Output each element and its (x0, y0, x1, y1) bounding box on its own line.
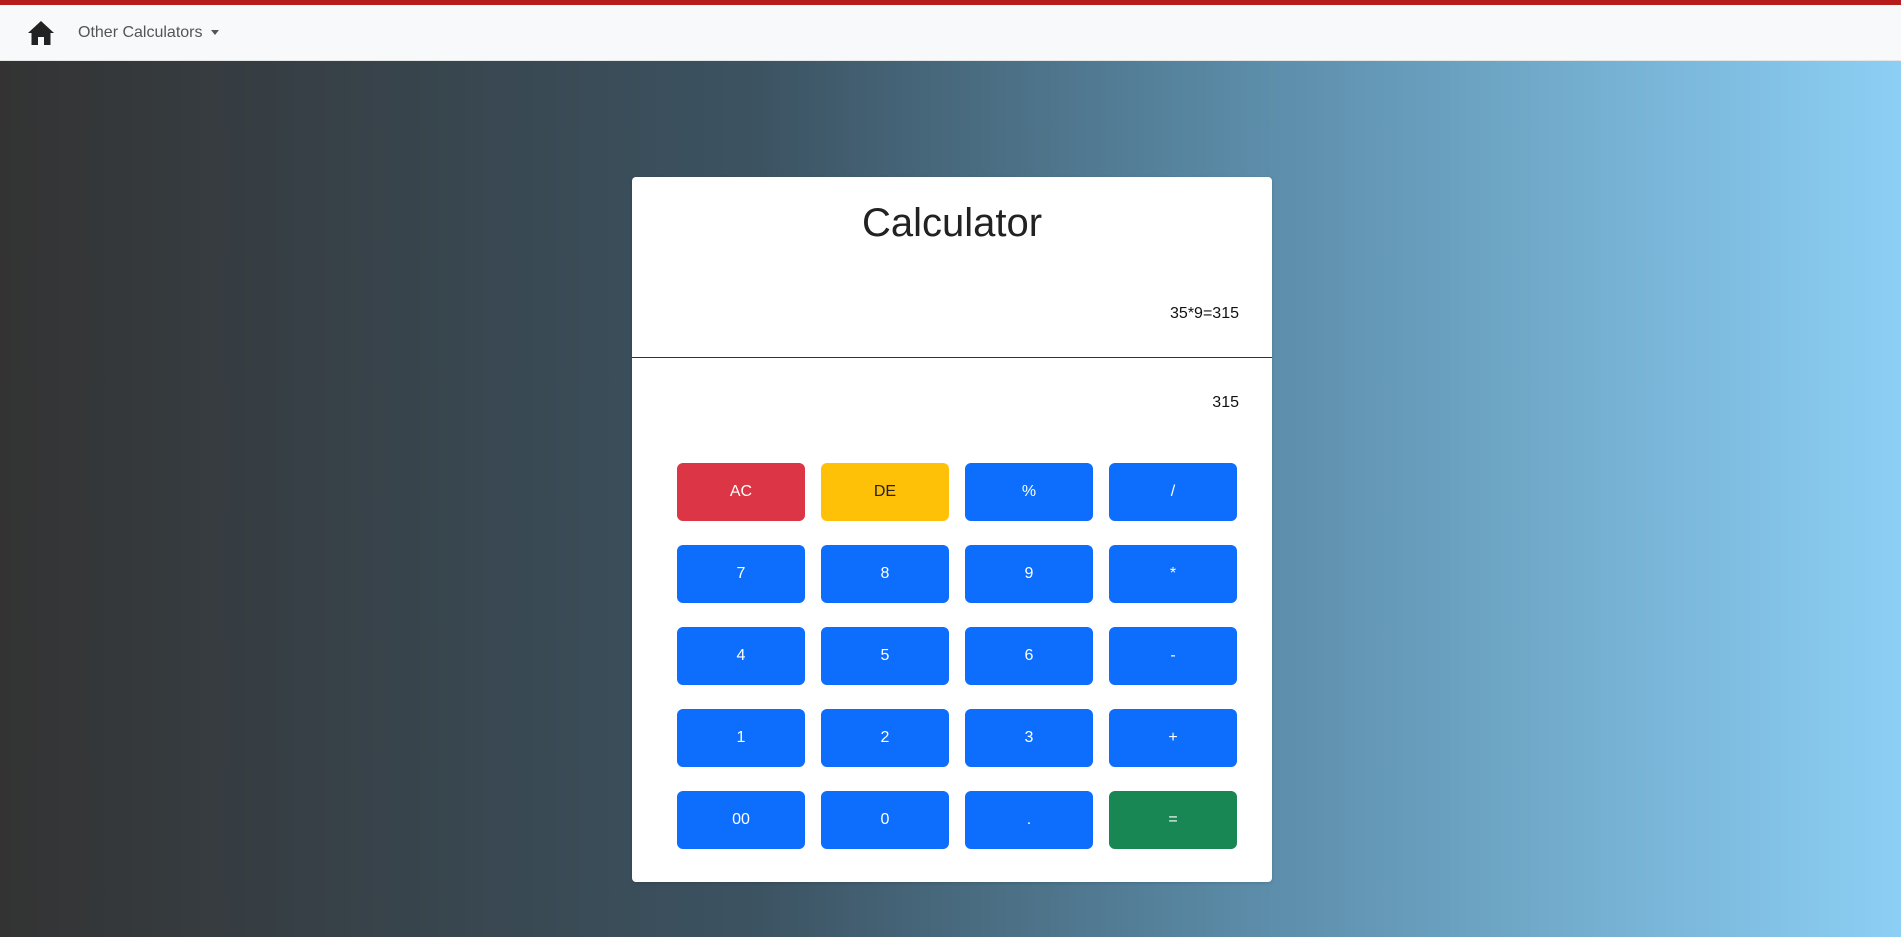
other-calculators-dropdown[interactable]: Other Calculators (78, 24, 219, 42)
add-button[interactable]: + (1109, 709, 1237, 767)
digit-8-button[interactable]: 8 (821, 545, 949, 603)
percent-button[interactable]: % (965, 463, 1093, 521)
double-zero-button[interactable]: 00 (677, 791, 805, 849)
delete-button[interactable]: DE (821, 463, 949, 521)
decimal-button[interactable]: . (965, 791, 1093, 849)
digit-3-button[interactable]: 3 (965, 709, 1093, 767)
result-display: 315 (1212, 394, 1239, 411)
digit-2-button[interactable]: 2 (821, 709, 949, 767)
navbar: Other Calculators (0, 5, 1901, 61)
caret-down-icon (210, 30, 219, 35)
digit-9-button[interactable]: 9 (965, 545, 1093, 603)
digit-5-button[interactable]: 5 (821, 627, 949, 685)
digit-4-button[interactable]: 4 (677, 627, 805, 685)
keypad: AC DE%/7 8 9 * 4 5 6-1 2 3 +00 0. = (677, 463, 1237, 849)
multiply-button[interactable]: * (1109, 545, 1237, 603)
subtract-button[interactable]: - (1109, 627, 1237, 685)
digit-6-button[interactable]: 6 (965, 627, 1093, 685)
home-icon (28, 20, 54, 45)
calculator-card: Calculator 35*9=315 315 AC DE% / 7 8 9 * 4 5 6- 1 2… (632, 177, 1272, 882)
expression-display: 35*9=315 (1170, 305, 1239, 322)
dropdown-label: Other Calculators (78, 23, 203, 41)
clear-button[interactable]: AC (677, 463, 805, 521)
divide-button[interactable]: / (1109, 463, 1237, 521)
home-button[interactable] (26, 18, 56, 48)
equals-button[interactable]: = (1109, 791, 1237, 849)
display-divider (632, 357, 1272, 358)
digit-1-button[interactable]: 1 (677, 709, 805, 767)
digit-0-button[interactable]: 0 (821, 791, 949, 849)
digit-7-button[interactable]: 7 (677, 545, 805, 603)
calculator-title: Calculator (861, 201, 1043, 245)
